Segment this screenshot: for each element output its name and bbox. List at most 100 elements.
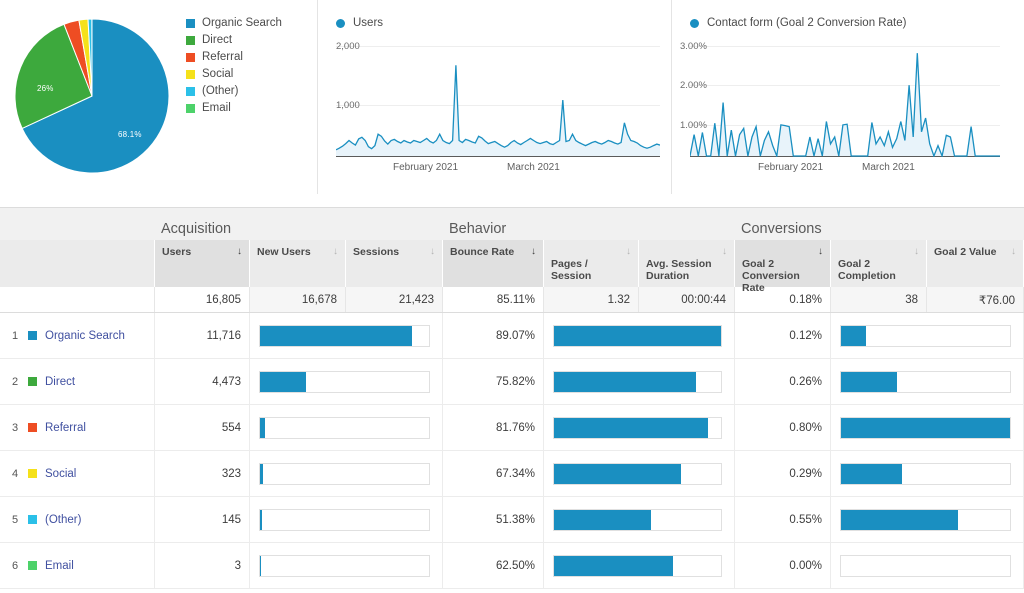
totals-goal2-value: ₹76.00 [927, 287, 1024, 312]
table-row[interactable]: 3 Referral 554 81.76% 0.80% [0, 405, 1024, 451]
channel-swatch-icon [28, 469, 37, 478]
row-bounce-rate-bar [544, 543, 735, 588]
column-header-goal2-value[interactable]: Goal 2 Value ↓ [927, 240, 1024, 287]
row-users-bar-track [259, 462, 430, 485]
column-header-sessions[interactable]: Sessions ↓ [346, 240, 443, 287]
table-row[interactable]: 6 Email 3 62.50% 0.00% [0, 543, 1024, 589]
pie-legend-item-label: Email [202, 102, 231, 114]
column-header-pages-session[interactable]: Pages / Session ↓ [544, 240, 639, 287]
users-chart-line [336, 65, 660, 151]
pie-legend-item[interactable]: Organic Search [186, 15, 282, 32]
totals-goal2-completion: 38 [831, 287, 927, 312]
channel-link[interactable]: Referral [45, 422, 86, 434]
goal-conversion-chart-card: Contact form (Goal 2 Conversion Rate) 3.… [672, 0, 1023, 194]
column-header-users-label: Users [162, 246, 192, 258]
channel-swatch-icon [28, 331, 37, 340]
row-users-value: 3 [155, 543, 250, 588]
column-header-pages-session-label: Pages / Session [551, 258, 592, 282]
pie-legend: Organic Search Direct Referral Social (Other… [186, 15, 282, 117]
column-header-avg-session-duration[interactable]: Avg. Session Duration ↓ [639, 240, 735, 287]
row-channel-cell: 3 Referral [0, 405, 155, 450]
row-channel-cell: 1 Organic Search [0, 313, 155, 358]
row-bounce-rate-bar-track [553, 416, 722, 439]
row-goal2-conversion-rate-value: 0.29% [735, 451, 831, 496]
row-users-bar-fill [260, 509, 263, 530]
row-users-bar [250, 497, 443, 542]
sort-descending-icon[interactable]: ↓ [531, 247, 536, 257]
pie-legend-item[interactable]: Social [186, 66, 282, 83]
column-header-bounce-rate[interactable]: Bounce Rate ↓ [443, 240, 544, 287]
channel-link[interactable]: (Other) [45, 514, 81, 526]
totals-users: 16,805 [155, 287, 250, 312]
row-rank: 6 [12, 559, 19, 572]
row-goal2-bar-fill [841, 463, 902, 484]
users-chart-legend: Users [336, 17, 383, 29]
row-bounce-rate-bar-fill [554, 417, 708, 438]
column-header-goal2-completion[interactable]: Goal 2 Completion ↓ [831, 240, 927, 287]
table-row[interactable]: 4 Social 323 67.34% 0.29% [0, 451, 1024, 497]
pie-svg [14, 18, 170, 174]
channel-pie-chart[interactable]: 68.1% 26% [12, 16, 172, 176]
row-goal2-conversion-rate-value: 0.55% [735, 497, 831, 542]
goal-ytick-2pct: 2.00% [680, 80, 707, 91]
table-row[interactable]: 5 (Other) 145 51.38% 0.55% [0, 497, 1024, 543]
channel-swatch-icon [28, 515, 37, 524]
totals-bounce-rate: 85.11% [443, 287, 544, 312]
row-goal2-bar-track [840, 324, 1011, 347]
pie-legend-item[interactable]: Referral [186, 49, 282, 66]
channel-link[interactable]: Social [45, 468, 76, 480]
channel-link[interactable]: Organic Search [45, 330, 125, 342]
group-header-acquisition: Acquisition [161, 221, 232, 237]
channel-link[interactable]: Email [45, 560, 74, 572]
pie-slice-label-organic: 68.1% [118, 130, 142, 139]
table-body: 1 Organic Search 11,716 89.07% 0.12% 2 Direct 4… [0, 313, 1024, 589]
legend-swatch-icon [186, 70, 195, 79]
row-rank: 4 [12, 467, 19, 480]
column-header-new-users[interactable]: New Users ↓ [250, 240, 346, 287]
row-bounce-rate-value: 62.50% [443, 543, 544, 588]
row-goal2-conversion-rate-value: 0.12% [735, 313, 831, 358]
row-goal2-bar [831, 359, 1024, 404]
column-header-goal2-conversion-rate[interactable]: Goal 2 Conversion Rate ↓ [735, 240, 831, 294]
sort-descending-icon[interactable]: ↓ [626, 247, 631, 257]
goal-chart-svg [690, 53, 1000, 157]
channel-link[interactable]: Direct [45, 376, 75, 388]
row-goal2-bar [831, 543, 1024, 588]
users-sparkline[interactable] [336, 40, 660, 157]
users-legend-label: Users [353, 17, 384, 29]
row-users-bar [250, 543, 443, 588]
goal-sparkline[interactable] [690, 40, 1000, 157]
row-bounce-rate-bar-track [553, 462, 722, 485]
row-goal2-bar [831, 497, 1024, 542]
column-header-users[interactable]: Users ↓ [155, 240, 250, 287]
sort-descending-icon[interactable]: ↓ [237, 247, 242, 257]
table-row[interactable]: 2 Direct 4,473 75.82% 0.26% [0, 359, 1024, 405]
channels-table: Acquisition Behavior Conversions Users ↓… [0, 207, 1024, 593]
pie-legend-item[interactable]: (Other) [186, 83, 282, 100]
pie-legend-item[interactable]: Direct [186, 32, 282, 49]
column-header-dimension [0, 240, 155, 287]
sort-descending-icon[interactable]: ↓ [333, 247, 338, 257]
row-bounce-rate-bar [544, 451, 735, 496]
sort-descending-icon[interactable]: ↓ [430, 247, 435, 257]
sort-descending-icon[interactable]: ↓ [722, 247, 727, 257]
legend-swatch-icon [186, 19, 195, 28]
column-header-sessions-label: Sessions [353, 246, 400, 258]
column-header-goal2-value-label: Goal 2 Value [934, 246, 997, 258]
sort-descending-icon[interactable]: ↓ [914, 247, 919, 257]
sort-descending-icon[interactable]: ↓ [818, 247, 823, 257]
legend-swatch-icon [186, 87, 195, 96]
row-users-value: 323 [155, 451, 250, 496]
row-users-bar-fill [260, 555, 261, 576]
table-row[interactable]: 1 Organic Search 11,716 89.07% 0.12% [0, 313, 1024, 359]
pie-legend-item[interactable]: Email [186, 100, 282, 117]
row-goal2-bar-fill [841, 325, 867, 346]
users-chart-area-fill [336, 65, 660, 156]
goal-ytick-3pct: 3.00% [680, 41, 707, 52]
sort-descending-icon[interactable]: ↓ [1011, 247, 1016, 257]
row-bounce-rate-bar-fill [554, 555, 673, 576]
row-bounce-rate-value: 81.76% [443, 405, 544, 450]
users-xtick-february: February 2021 [393, 162, 459, 173]
row-goal2-conversion-rate-value: 0.00% [735, 543, 831, 588]
pie-legend-item-label: Referral [202, 51, 243, 63]
